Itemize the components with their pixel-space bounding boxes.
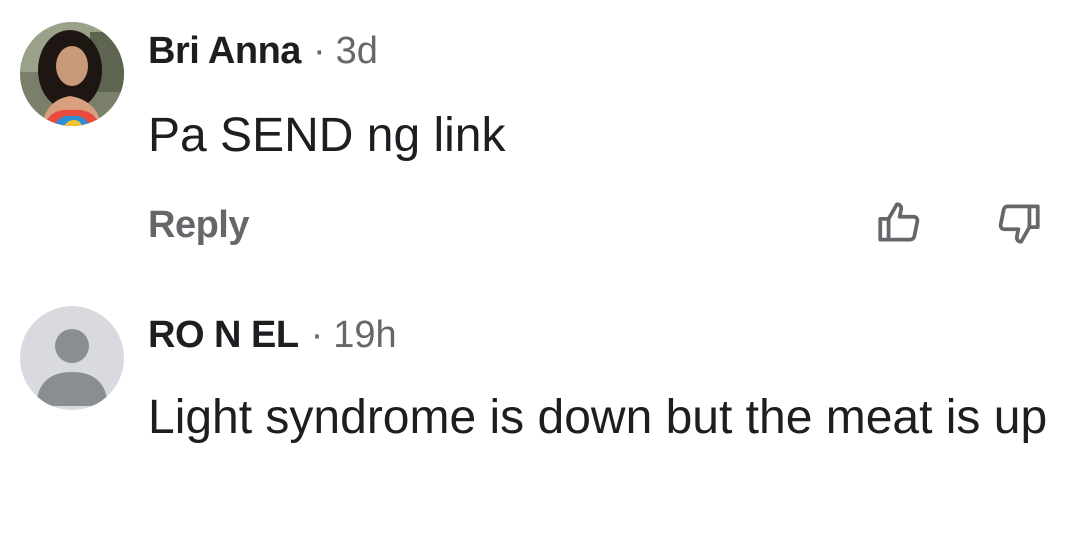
comment-item: Bri Anna · 3d Pa SEND ng link Reply (0, 0, 1080, 270)
comment-item: RO N EL · 19h Light syndrome is down but… (0, 270, 1080, 540)
reply-button[interactable]: Reply (148, 204, 249, 247)
downvote-button[interactable] (994, 198, 1044, 248)
author-name[interactable]: Bri Anna (148, 30, 301, 73)
timestamp: 3d (335, 30, 378, 72)
avatar[interactable] (20, 22, 124, 126)
avatar[interactable] (20, 306, 124, 410)
default-avatar-icon (20, 306, 124, 410)
comment-text: Pa SEND ng link (148, 109, 506, 162)
separator-dot: · (310, 314, 324, 356)
author-name[interactable]: RO N EL (148, 314, 299, 357)
comment-text: Light syndrome is down but the meat is u… (148, 391, 1048, 444)
separator-dot: · (312, 30, 326, 72)
timestamp: 19h (333, 314, 397, 356)
thumbs-up-icon (878, 202, 920, 242)
profile-photo (20, 22, 124, 126)
comment-header: Bri Anna · 3d (148, 30, 378, 73)
thumbs-down-icon (998, 204, 1040, 244)
comment-header: RO N EL · 19h (148, 314, 397, 357)
upvote-button[interactable] (874, 198, 924, 248)
